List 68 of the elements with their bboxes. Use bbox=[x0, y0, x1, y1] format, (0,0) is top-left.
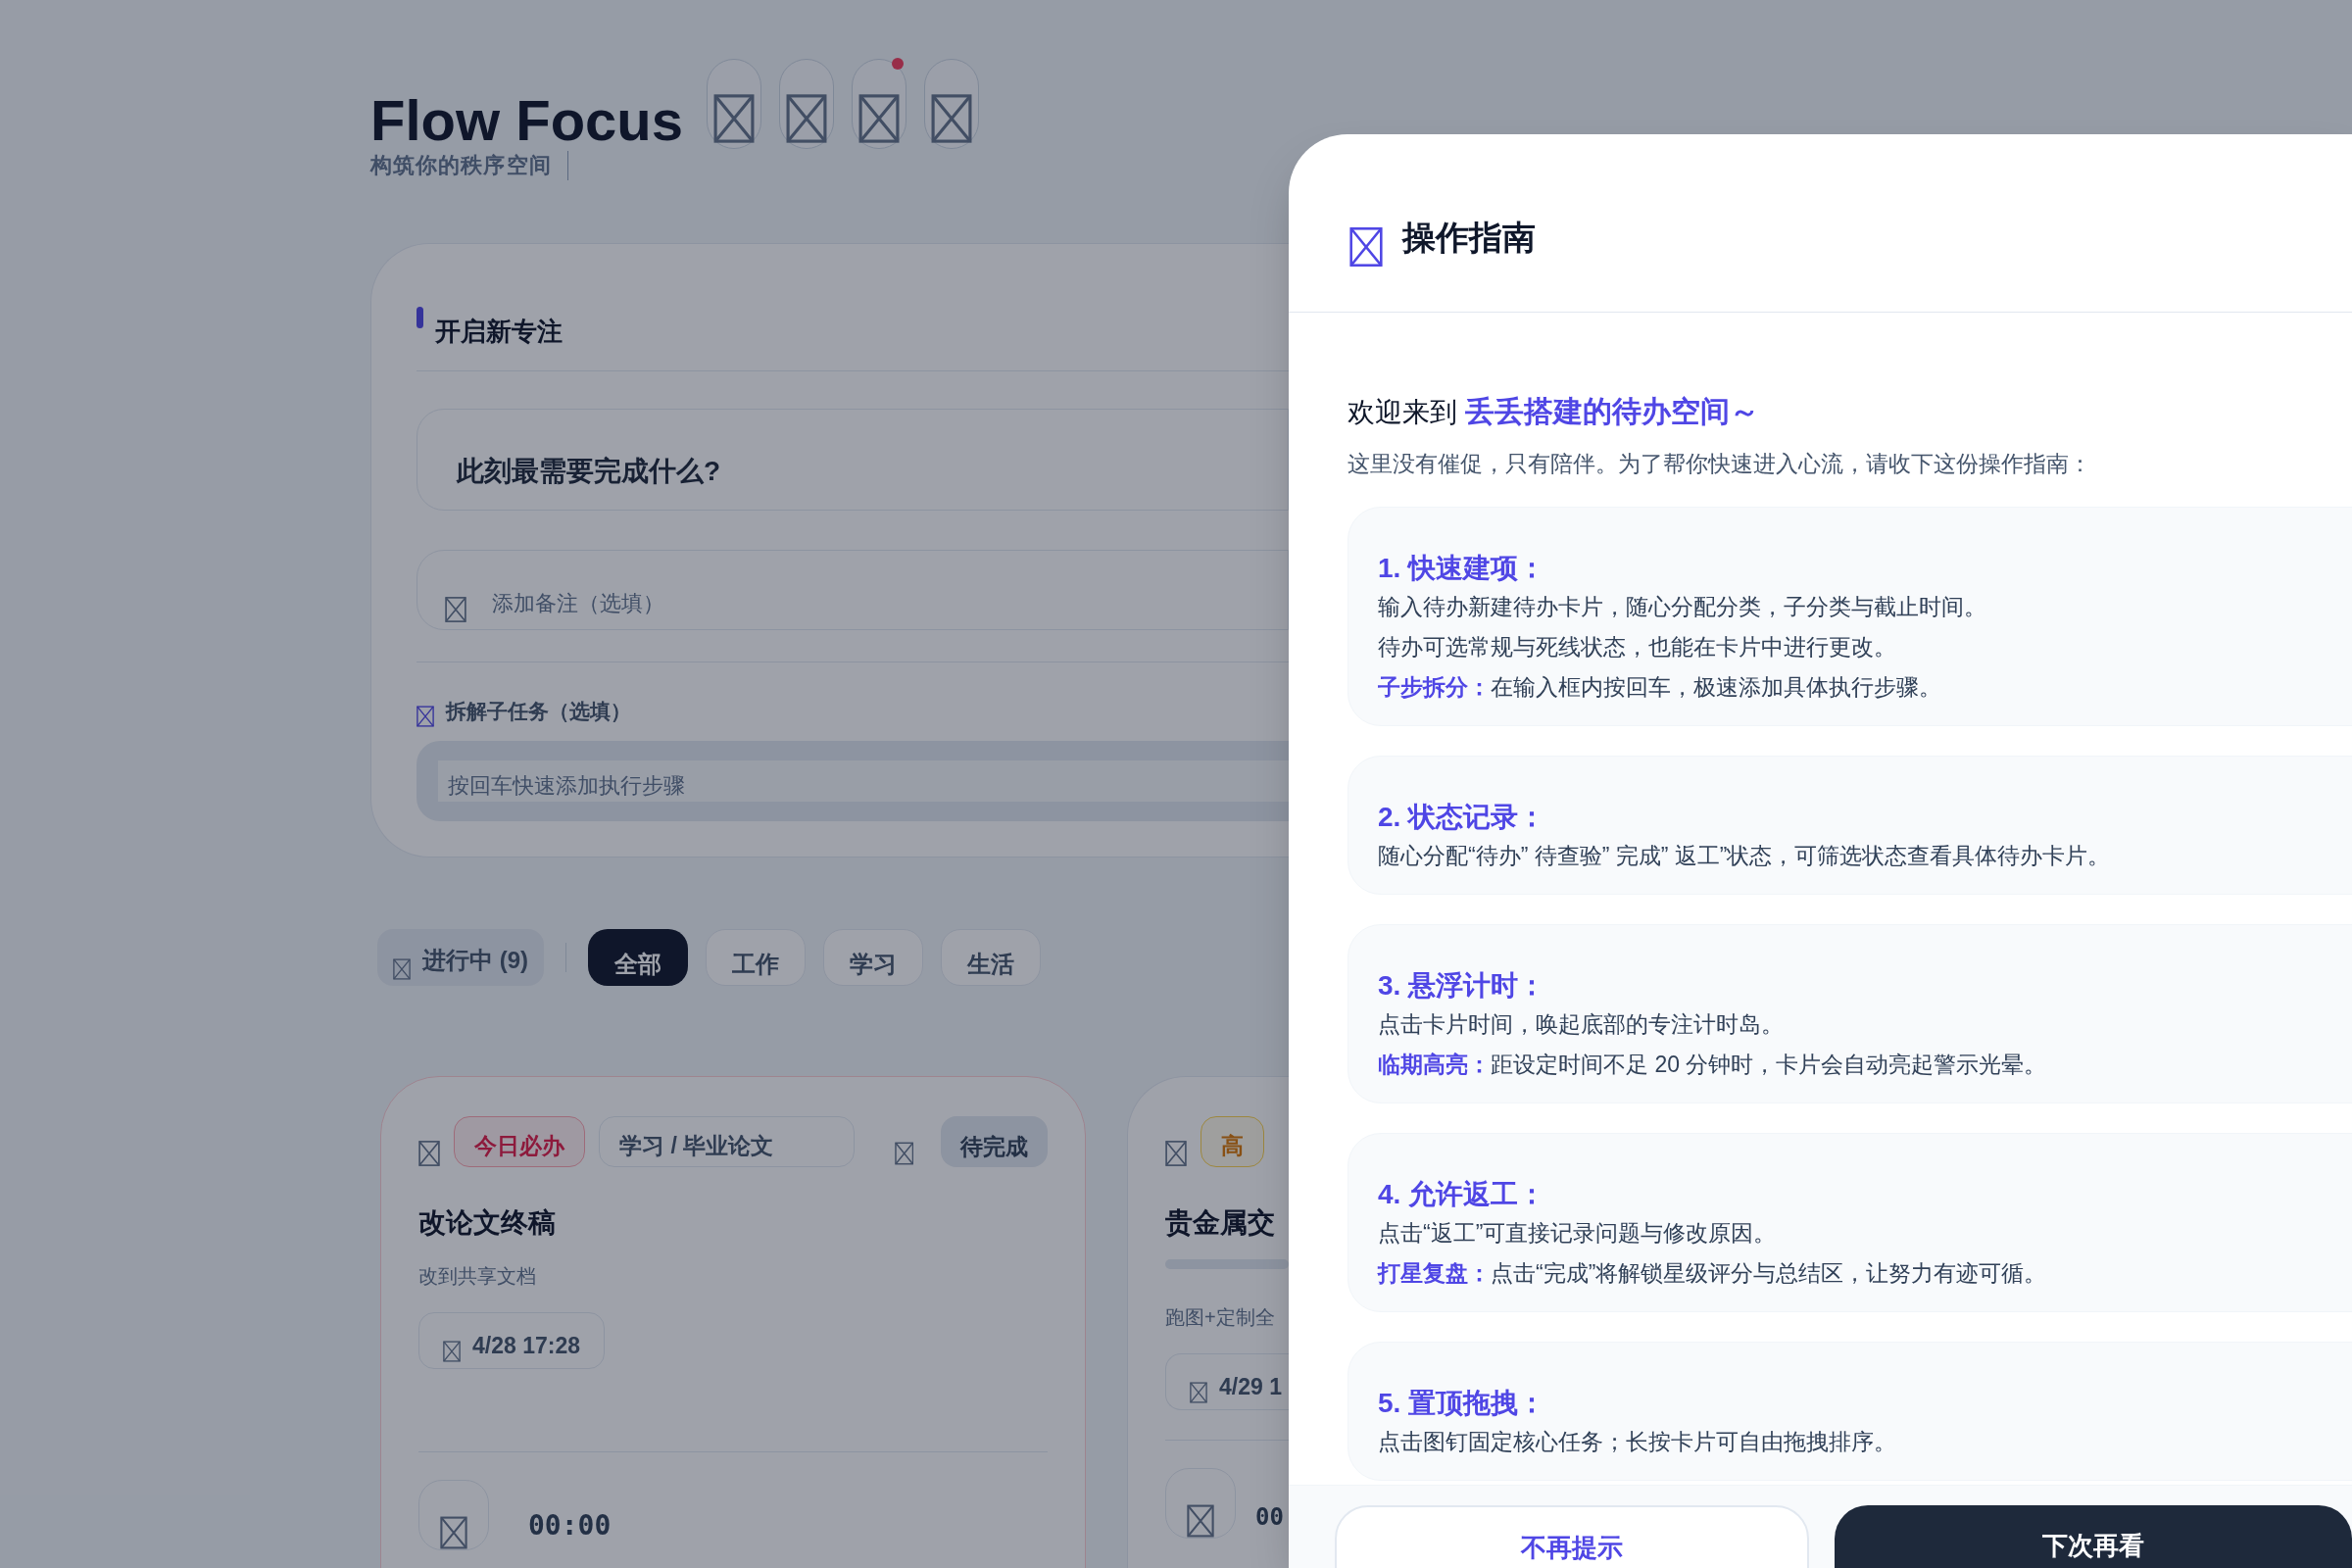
timer-text: 00 bbox=[1255, 1502, 1284, 1533]
guide-heading: 5. 置顶拖拽： bbox=[1378, 1387, 1547, 1421]
dialog-title: 操作指南 bbox=[1402, 218, 1536, 258]
guide-text: 打星复盘：点击“完成”将解锁星级评分与总结区，让努力有迹可循。 bbox=[1378, 1259, 2048, 1289]
broken-image-icon bbox=[1349, 225, 1383, 269]
broken-image-icon bbox=[858, 93, 900, 144]
guide-text: 待办可选常规与死线状态，也能在卡片中进行更改。 bbox=[1378, 632, 1897, 662]
due-time: 4/28 17:28 bbox=[472, 1331, 580, 1360]
intro-text: 这里没有催促，只有陪伴。为了帮你快速进入心流，请收下这份操作指南： bbox=[1348, 450, 2092, 478]
task-title: 贵金属交 bbox=[1165, 1206, 1276, 1240]
broken-image-icon bbox=[445, 596, 466, 623]
category-tab[interactable]: 工作 bbox=[706, 929, 806, 986]
category-tab[interactable]: 全部 bbox=[588, 929, 688, 986]
welcome-text: 欢迎来到 bbox=[1348, 396, 1458, 429]
due-time: 4/29 1 bbox=[1219, 1372, 1282, 1401]
guide-text: 点击“返工”可直接记录问题与修改原因。 bbox=[1378, 1219, 1778, 1249]
task-input[interactable]: 此刻最需要完成什么? bbox=[416, 409, 1289, 511]
broken-image-icon bbox=[1187, 1504, 1214, 1538]
guide-heading: 4. 允许返工： bbox=[1378, 1178, 1547, 1212]
app-title: Flow Focus bbox=[370, 92, 683, 149]
guide-text: 点击卡片时间，唤起底部的专注计时岛。 bbox=[1378, 1010, 1785, 1040]
broken-image-icon bbox=[894, 1140, 913, 1167]
guide-text: 点击图钉固定核心任务；长按卡片可自由拖拽排序。 bbox=[1378, 1428, 1897, 1457]
placeholder-text: 添加备注（选填） bbox=[492, 590, 664, 617]
priority-tag: 高 bbox=[1200, 1116, 1264, 1167]
app-subtitle: 构筑你的秩序空间 bbox=[370, 152, 552, 179]
timer-text: 00:00 bbox=[528, 1508, 612, 1544]
task-note: 跑图+定制全 bbox=[1165, 1305, 1276, 1330]
counter-text: 进行中 (9) bbox=[422, 946, 528, 975]
note-input[interactable]: 添加备注（选填） bbox=[416, 550, 1289, 630]
guide-text: 随心分配“待办” 待查验” 完成” 返工”状态，可筛选状态查看具体待办卡片。 bbox=[1378, 841, 2112, 870]
task-note: 改到共享文档 bbox=[418, 1264, 537, 1289]
priority-tag: 今日必办 bbox=[454, 1116, 585, 1167]
subtasks-label: 拆解子任务（选填） bbox=[446, 699, 631, 724]
subtask-input[interactable]: 按回车快速添加执行步骤 bbox=[416, 740, 1289, 821]
guide-text: 输入待办新建待办卡片，随心分配分类，子分类与截止时间。 bbox=[1378, 592, 1987, 621]
dialog-button[interactable]: 不再提示 bbox=[1335, 1505, 1810, 1568]
dialog-button[interactable]: 下次再看 bbox=[1835, 1505, 2352, 1568]
task-title: 改论文终稿 bbox=[418, 1206, 557, 1240]
task-card[interactable]: 高 贵金属交 跑图+定制全 4/29 1 00 bbox=[1127, 1076, 1289, 1568]
guide-heading: 1. 快速建项： bbox=[1378, 551, 1547, 585]
broken-image-icon bbox=[786, 93, 827, 144]
status-badge[interactable]: 待完成 bbox=[941, 1116, 1048, 1167]
welcome-highlight: 丢丢搭建的待办空间～ bbox=[1464, 394, 1759, 429]
accent-bar bbox=[416, 307, 423, 328]
guide-text: 子步拆分：在输入框内按回车，极速添加具体执行步骤。 bbox=[1378, 672, 1942, 702]
broken-image-icon bbox=[1165, 1140, 1187, 1167]
task-card[interactable]: 今日必办 学习 / 毕业论文 待完成 改论文终稿 改到共享文档 4/28 17:28 00:00 bbox=[380, 1076, 1086, 1568]
category-tab[interactable]: 学习 bbox=[823, 929, 923, 986]
category-label: 学习 / 毕业论文 bbox=[599, 1116, 856, 1167]
category-tab[interactable]: 生活 bbox=[941, 929, 1041, 986]
broken-image-icon bbox=[713, 93, 755, 144]
broken-image-icon bbox=[931, 93, 972, 144]
timer-button[interactable] bbox=[418, 1480, 489, 1550]
placeholder-text: 此刻最需要完成什么? bbox=[457, 455, 721, 488]
broken-image-icon bbox=[393, 958, 411, 980]
due-time-chip[interactable]: 4/28 17:28 bbox=[418, 1312, 605, 1369]
placeholder-text: 按回车快速添加执行步骤 bbox=[448, 771, 685, 800]
section-title: 开启新专注 bbox=[435, 316, 563, 348]
broken-image-icon bbox=[418, 1140, 440, 1167]
guide-text: 临期高亮：距设定时间不足 20 分钟时，卡片会自动亮起警示光晕。 bbox=[1378, 1051, 2048, 1080]
guide-heading: 2. 状态记录： bbox=[1378, 800, 1547, 834]
broken-image-icon bbox=[416, 705, 434, 727]
broken-image-icon bbox=[1190, 1382, 1207, 1403]
broken-image-icon bbox=[443, 1341, 461, 1362]
timer-button[interactable] bbox=[1165, 1468, 1236, 1539]
guide-heading: 3. 悬浮计时： bbox=[1378, 968, 1547, 1003]
broken-image-icon bbox=[440, 1516, 467, 1549]
